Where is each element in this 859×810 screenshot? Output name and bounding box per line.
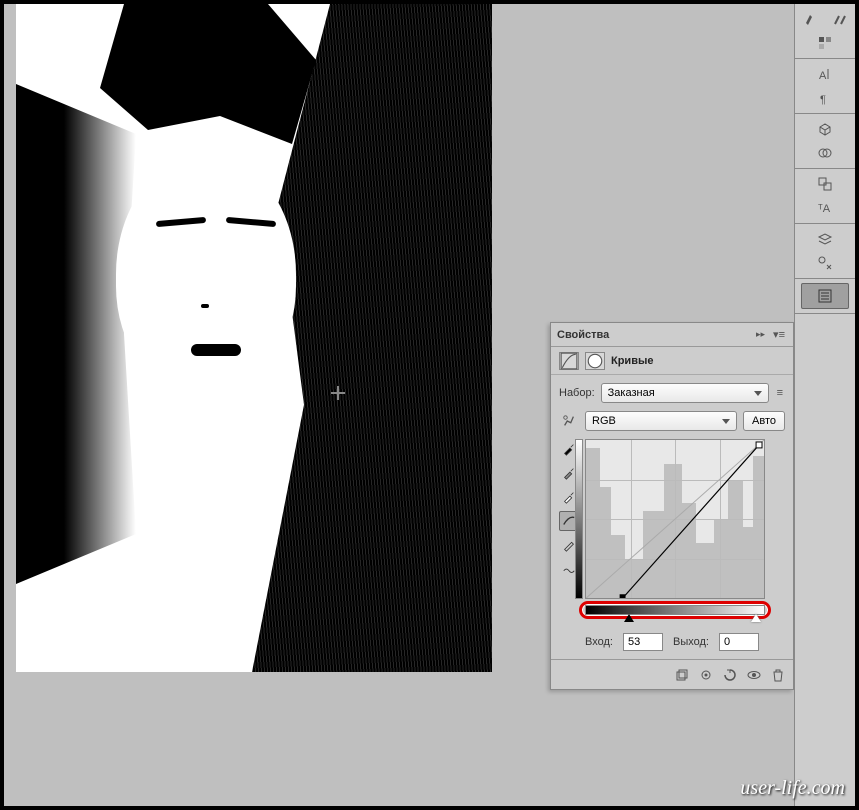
input-gradient-slider[interactable] bbox=[585, 605, 765, 615]
white-point-slider[interactable] bbox=[751, 614, 761, 622]
preset-select[interactable]: Заказная bbox=[601, 383, 769, 403]
delete-icon[interactable] bbox=[769, 666, 787, 684]
panel-title: Свойства bbox=[557, 329, 609, 341]
panel-body: Набор: Заказная ≡ RGB Авто bbox=[551, 375, 793, 659]
input-slider-area bbox=[585, 605, 765, 615]
curves-graph[interactable] bbox=[585, 439, 765, 599]
mask-icon[interactable] bbox=[585, 352, 605, 370]
materials-icon[interactable] bbox=[811, 142, 839, 164]
channel-select[interactable]: RGB bbox=[585, 411, 737, 431]
clip-to-layer-icon[interactable] bbox=[673, 666, 691, 684]
preset-label: Набор: bbox=[559, 387, 595, 399]
canvas-image[interactable] bbox=[16, 4, 492, 672]
svg-text:¶: ¶ bbox=[820, 94, 826, 106]
view-previous-icon[interactable] bbox=[697, 666, 715, 684]
curves-graph-container bbox=[585, 439, 785, 599]
character-styles-icon[interactable]: ᵀA bbox=[811, 197, 839, 219]
character-icon[interactable]: A bbox=[811, 63, 839, 85]
svg-text:ᵀA: ᵀA bbox=[818, 203, 831, 215]
layers-icon[interactable] bbox=[811, 228, 839, 250]
workspace: Свойства ▸▸ ▾≡ Кривые Набор: Заказная bbox=[4, 4, 855, 806]
preset-menu-icon[interactable]: ≡ bbox=[775, 387, 785, 399]
input-label: Вход: bbox=[585, 636, 613, 648]
preset-value: Заказная bbox=[608, 387, 655, 399]
image-content bbox=[16, 4, 492, 672]
brushes-icon[interactable] bbox=[796, 8, 824, 30]
output-label: Выход: bbox=[673, 636, 709, 648]
3d-icon[interactable] bbox=[811, 118, 839, 140]
properties-icon[interactable] bbox=[801, 283, 849, 309]
output-gradient bbox=[575, 439, 583, 599]
panel-header[interactable]: Свойства ▸▸ ▾≡ bbox=[551, 323, 793, 347]
svg-text:A: A bbox=[819, 70, 827, 82]
brush-presets-icon[interactable] bbox=[826, 8, 854, 30]
channel-value: RGB bbox=[592, 415, 616, 427]
adjustment-type-icon bbox=[559, 352, 579, 370]
paragraph-icon[interactable]: ¶ bbox=[811, 87, 839, 109]
right-toolbar: A ¶ ᵀA bbox=[794, 4, 855, 806]
panel-footer bbox=[551, 659, 793, 689]
output-value-field[interactable]: 0 bbox=[719, 633, 759, 651]
adjustment-name: Кривые bbox=[611, 355, 653, 367]
target-adjust-icon[interactable] bbox=[559, 411, 579, 431]
auto-button[interactable]: Авто bbox=[743, 411, 785, 431]
app-frame: Свойства ▸▸ ▾≡ Кривые Набор: Заказная bbox=[0, 0, 859, 810]
black-point-slider[interactable] bbox=[624, 614, 634, 622]
reset-icon[interactable] bbox=[721, 666, 739, 684]
collapse-icon[interactable]: ▸▸ bbox=[756, 329, 765, 340]
edit-tools-icon[interactable] bbox=[811, 252, 839, 274]
clone-source-icon[interactable] bbox=[811, 173, 839, 195]
properties-panel: Свойства ▸▸ ▾≡ Кривые Набор: Заказная bbox=[550, 322, 794, 690]
watermark: user-life.com bbox=[740, 777, 845, 800]
visibility-icon[interactable] bbox=[745, 666, 763, 684]
panel-menu-icon[interactable]: ▾≡ bbox=[771, 328, 787, 341]
swatches-icon[interactable] bbox=[811, 32, 839, 54]
panel-subheader: Кривые bbox=[551, 347, 793, 375]
input-value-field[interactable]: 53 bbox=[623, 633, 663, 651]
